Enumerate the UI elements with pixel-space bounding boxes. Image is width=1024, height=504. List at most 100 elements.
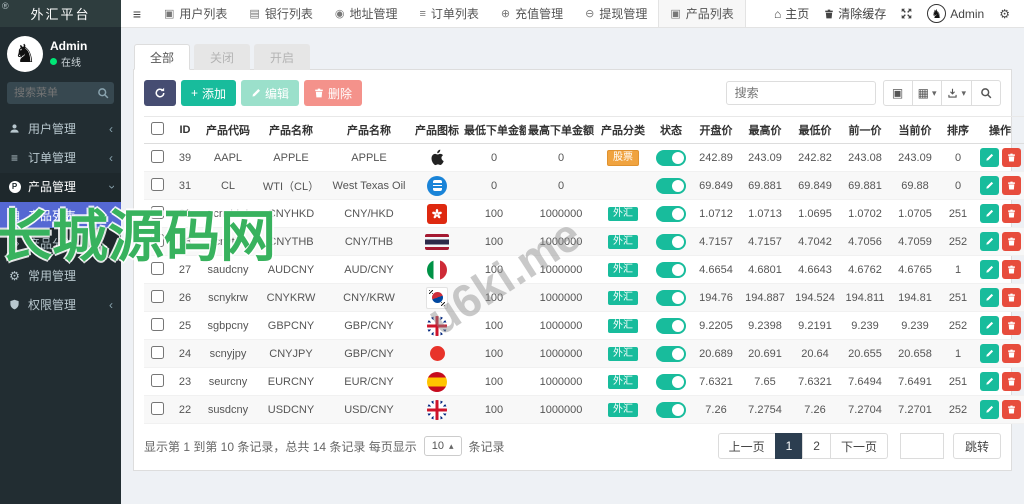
prev-page-button[interactable]: 上一页	[718, 433, 776, 459]
row-delete-button[interactable]	[1002, 260, 1021, 279]
columns-button[interactable]: ▦▾	[912, 80, 943, 106]
clear-cache-link[interactable]: 清除缓存	[824, 5, 886, 22]
row-edit-button[interactable]	[980, 372, 999, 391]
sidebar-item-products[interactable]: P 产品管理 ‹	[0, 173, 121, 200]
row-checkbox[interactable]	[151, 374, 164, 387]
row-delete-button[interactable]	[1002, 344, 1021, 363]
filter-tab-all[interactable]: 全部	[134, 44, 190, 70]
topnav-tab-products[interactable]: ▣产品列表	[658, 0, 745, 27]
fullscreen-icon[interactable]	[901, 8, 912, 19]
row-checkbox[interactable]	[151, 262, 164, 275]
row-checkbox[interactable]	[151, 178, 164, 191]
toggle-view-button[interactable]: ▣	[883, 80, 913, 106]
row-edit-button[interactable]	[980, 316, 999, 335]
row-delete-button[interactable]	[1002, 288, 1021, 307]
row-edit-button[interactable]	[980, 148, 999, 167]
topnav-tab-users[interactable]: ▣用户列表	[153, 0, 238, 27]
col-header-product-icon[interactable]: 产品图标	[412, 117, 462, 144]
table-search-input[interactable]	[726, 81, 876, 105]
col-header-prev-price[interactable]: 前一价	[840, 117, 890, 144]
col-header-high-price[interactable]: 最高价	[740, 117, 790, 144]
topnav-tab-banks[interactable]: ▤银行列表	[238, 0, 323, 27]
row-edit-button[interactable]	[980, 260, 999, 279]
row-delete-button[interactable]	[1002, 176, 1021, 195]
filter-tab-open[interactable]: 开启	[254, 44, 310, 70]
topnav-tab-orders[interactable]: ≡订单列表	[408, 0, 489, 27]
page-size-select[interactable]: 10▴	[424, 436, 462, 456]
topnav-tab-addresses[interactable]: ◉地址管理	[324, 0, 409, 27]
cell-min-order-amount: 0	[462, 144, 526, 172]
row-delete-button[interactable]	[1002, 372, 1021, 391]
sidebar-item-common[interactable]: ⚙ 常用管理	[0, 262, 121, 289]
next-page-button[interactable]: 下一页	[830, 433, 888, 459]
jump-button[interactable]: 跳转	[953, 433, 1001, 459]
status-toggle[interactable]	[656, 150, 686, 166]
status-toggle[interactable]	[656, 262, 686, 278]
col-header-product-name[interactable]: 产品名称	[256, 117, 326, 144]
col-header-min-order-amount[interactable]: 最低下单金额	[462, 117, 526, 144]
user-menu[interactable]: ♞Admin	[927, 4, 984, 23]
row-delete-button[interactable]	[1002, 232, 1021, 251]
row-edit-button[interactable]	[980, 204, 999, 223]
status-toggle[interactable]	[656, 346, 686, 362]
page-button-1[interactable]: 1	[775, 433, 804, 459]
row-edit-button[interactable]	[980, 288, 999, 307]
sidebar-item-users[interactable]: 用户管理 ‹	[0, 115, 121, 142]
row-delete-button[interactable]	[1002, 148, 1021, 167]
col-header-open-price[interactable]: 开盘价	[692, 117, 740, 144]
category-badge: 外汇	[608, 319, 638, 333]
search-toggle-button[interactable]	[971, 80, 1001, 106]
edit-button[interactable]: 编辑	[241, 80, 299, 106]
col-header-actions[interactable]: 操作	[976, 117, 1024, 144]
topnav-tab-recharge[interactable]: ⊕充值管理	[490, 0, 574, 27]
status-toggle[interactable]	[656, 234, 686, 250]
row-checkbox[interactable]	[151, 318, 164, 331]
page-button-2[interactable]: 2	[802, 433, 831, 459]
row-checkbox[interactable]	[151, 234, 164, 247]
settings-gear-icon[interactable]: ⚙	[999, 7, 1010, 21]
topnav-tab-withdraw[interactable]: ⊖提现管理	[574, 0, 658, 27]
filter-tab-closed[interactable]: 关闭	[194, 44, 250, 70]
cell-actions	[976, 256, 1024, 284]
sidebar-item-permissions[interactable]: 权限管理 ‹	[0, 291, 121, 318]
col-header-sort[interactable]: 排序	[940, 117, 976, 144]
row-delete-button[interactable]	[1002, 204, 1021, 223]
status-toggle[interactable]	[656, 206, 686, 222]
row-checkbox[interactable]	[151, 402, 164, 415]
row-checkbox[interactable]	[151, 150, 164, 163]
row-checkbox[interactable]	[151, 290, 164, 303]
select-all-checkbox[interactable]	[151, 122, 164, 135]
row-checkbox[interactable]	[151, 206, 164, 219]
sidebar-toggle-icon[interactable]: ≡	[121, 6, 153, 22]
sidebar-item-orders[interactable]: ≡ 订单管理 ‹	[0, 144, 121, 171]
add-button[interactable]: +添加	[181, 80, 236, 106]
refresh-button[interactable]	[144, 80, 176, 106]
status-toggle[interactable]	[656, 318, 686, 334]
status-toggle[interactable]	[656, 374, 686, 390]
col-header-max-order-amount[interactable]: 最高下单金额	[526, 117, 596, 144]
jump-page-input[interactable]	[900, 433, 944, 459]
status-toggle[interactable]	[656, 402, 686, 418]
home-link[interactable]: ⌂主页	[774, 5, 809, 22]
sidebar-item-product-list[interactable]: ▤ 产品列表	[0, 202, 121, 228]
col-header-current-price[interactable]: 当前价	[890, 117, 940, 144]
col-header-low-price[interactable]: 最低价	[790, 117, 840, 144]
cell-prev-price: 69.881	[840, 172, 890, 200]
delete-button[interactable]: 删除	[304, 80, 362, 106]
row-delete-button[interactable]	[1002, 400, 1021, 419]
row-edit-button[interactable]	[980, 344, 999, 363]
status-toggle[interactable]	[656, 290, 686, 306]
col-header-product-name-2[interactable]: 产品名称	[326, 117, 412, 144]
row-checkbox[interactable]	[151, 346, 164, 359]
row-edit-button[interactable]	[980, 400, 999, 419]
col-header-product-code[interactable]: 产品代码	[200, 117, 256, 144]
status-toggle[interactable]	[656, 178, 686, 194]
row-edit-button[interactable]	[980, 176, 999, 195]
sidebar-item-product-categories[interactable]: ◈ 产品分类	[0, 230, 121, 256]
row-edit-button[interactable]	[980, 232, 999, 251]
col-header-product-category[interactable]: 产品分类	[596, 117, 650, 144]
col-header-id[interactable]: ID	[170, 117, 200, 144]
row-delete-button[interactable]	[1002, 316, 1021, 335]
col-header-status[interactable]: 状态	[650, 117, 692, 144]
export-button[interactable]: ▾	[941, 80, 972, 106]
